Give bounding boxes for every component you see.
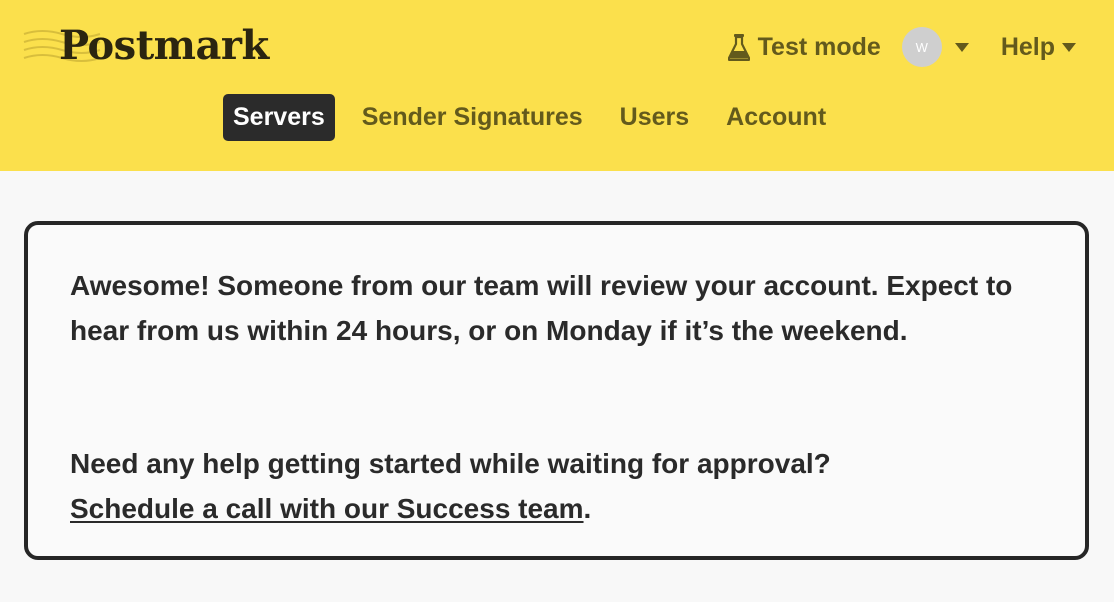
test-mode-toggle[interactable]: Test mode [727,32,881,62]
main-nav: Servers Sender Signatures Users Account [223,94,863,141]
chevron-down-icon [1062,42,1076,52]
flask-icon [727,33,750,61]
nav-item-users[interactable]: Users [620,94,690,141]
header-actions: Test mode W Help [727,26,1076,68]
schedule-call-link[interactable]: Schedule a call with our Success team [70,493,584,524]
test-mode-label: Test mode [757,32,881,61]
user-menu[interactable]: W [901,27,969,67]
help-label: Help [1000,32,1055,61]
nav-item-servers[interactable]: Servers [223,94,335,141]
avatar: W [901,27,942,67]
nav-item-account[interactable]: Account [726,94,826,141]
help-question: Need any help getting started while wait… [70,448,831,479]
chevron-down-icon [954,42,969,52]
link-suffix: . [583,493,592,524]
approval-message: Awesome! Someone from our team will revi… [70,270,1013,346]
postmark-logo[interactable]: Postmark [22,20,269,70]
help-message: Need any help getting started while wait… [70,441,1060,531]
help-menu[interactable]: Help [1001,33,1076,62]
top-header: Postmark Test mode W Help Servers Sender… [0,0,1114,171]
logo-text: Postmark [59,21,269,69]
approval-notice-card: Awesome! Someone from our team will revi… [24,221,1089,560]
nav-item-sender-signatures[interactable]: Sender Signatures [362,94,583,141]
